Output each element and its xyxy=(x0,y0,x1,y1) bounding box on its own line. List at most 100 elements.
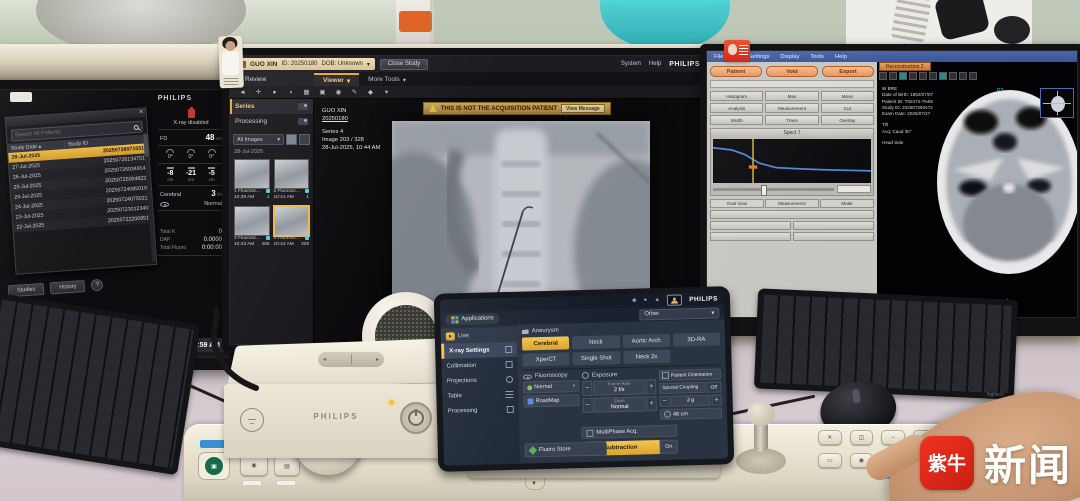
annotate-icon[interactable]: ✎ xyxy=(350,88,359,97)
toolbar-icon[interactable] xyxy=(949,72,957,80)
help-menu[interactable]: Help xyxy=(649,61,661,67)
cine-icon[interactable]: ▣ xyxy=(318,88,327,97)
slice-navigator[interactable] xyxy=(1040,88,1074,118)
flag-icon[interactable]: ◆ xyxy=(366,88,375,97)
applications-button[interactable]: Applications xyxy=(445,313,500,325)
special-coupling-label[interactable]: Special Coupling xyxy=(659,382,705,394)
toolbar-icon[interactable] xyxy=(919,72,927,80)
panel-button[interactable] xyxy=(710,232,791,241)
tab-more-tools[interactable]: More Tools▾ xyxy=(359,73,415,86)
tool-button[interactable]: Histogram xyxy=(710,91,763,101)
protocol-xperct[interactable]: XperCT xyxy=(522,352,570,366)
protocol-single-shot[interactable]: Single Shot xyxy=(573,351,621,365)
frame-rate-value[interactable]: Frame Rate2 f/s xyxy=(593,379,645,395)
tab-viewer[interactable]: Viewer▾ xyxy=(314,73,359,86)
thumbnail-image[interactable] xyxy=(274,206,310,236)
subtraction-state[interactable]: On xyxy=(660,440,678,454)
transfer-icon[interactable]: ◆ xyxy=(632,295,637,308)
tab-oval-view[interactable]: Oval View xyxy=(710,199,764,208)
fov-button[interactable]: 48 cm xyxy=(660,407,722,420)
patient-orientation-button[interactable]: Patient Orientation xyxy=(659,368,721,381)
minus-button[interactable]: − xyxy=(582,398,592,413)
tool-button[interactable]: Max xyxy=(765,91,818,101)
protocol-aortic-arch[interactable]: Aortic Arch xyxy=(622,334,670,348)
protocol-neck-2x[interactable]: Neck 2x xyxy=(623,350,671,364)
tool-button[interactable]: Overlay xyxy=(821,115,874,125)
tab-processing[interactable]: Processing xyxy=(230,114,313,129)
protocol-neck[interactable]: Neck xyxy=(572,335,620,349)
other-dropdown[interactable]: Other▾ xyxy=(639,307,719,320)
toolbar-icon[interactable] xyxy=(889,72,897,80)
thumbnail-image[interactable] xyxy=(234,159,270,189)
view-message-button[interactable]: View Message xyxy=(561,104,605,113)
tab-mode[interactable]: Mode xyxy=(820,199,874,208)
zoom-tool-icon[interactable]: ● xyxy=(270,88,279,97)
coupling-state[interactable]: Off xyxy=(706,381,721,392)
patient-profile-icon[interactable] xyxy=(667,294,682,305)
cursor-tool-icon[interactable]: ◄ xyxy=(238,88,247,97)
plus-button[interactable]: + xyxy=(711,394,721,405)
ct-viewport[interactable]: Reconstruction 2 W BRE Date of Birth: 19… xyxy=(877,62,1077,317)
panel-button[interactable] xyxy=(793,221,874,230)
toolbar-icon[interactable] xyxy=(969,72,977,80)
tab-measurement[interactable]: Measurement xyxy=(765,199,819,208)
pan-tool-icon[interactable]: ✛ xyxy=(254,88,263,97)
more-icon[interactable]: ▾ xyxy=(382,88,391,97)
beam-value[interactable]: 2 g xyxy=(670,395,710,407)
layout-icon[interactable]: ▦ xyxy=(302,88,311,97)
roadmap-button[interactable]: RoadMap xyxy=(523,394,579,407)
tool-button[interactable]: Cut xyxy=(821,103,874,113)
patient-banner[interactable]: GUO XIN ID: 20250180 DOB: Unknown ▾ xyxy=(234,58,375,70)
thumbnail[interactable]: 1 Fluorosc... 10:39 AM1 xyxy=(234,159,270,201)
level-slider[interactable] xyxy=(713,188,834,191)
help-button[interactable]: ? xyxy=(91,279,104,292)
menu-file[interactable]: File xyxy=(714,54,723,60)
list-view-button[interactable] xyxy=(299,134,310,145)
plus-button[interactable]: + xyxy=(646,396,656,411)
toolbar-icon[interactable] xyxy=(909,72,917,80)
sidebar-item-processing[interactable]: Processing xyxy=(443,402,519,419)
toolbar-icon[interactable] xyxy=(959,72,967,80)
tab-series[interactable]: Series xyxy=(230,99,313,114)
panel-button[interactable] xyxy=(710,210,874,219)
fluoro-flavor-dropdown[interactable]: Normal▾ xyxy=(523,380,579,393)
window-title-tab[interactable]: Reconstruction 2 xyxy=(879,62,931,71)
thumbnail-selected[interactable]: 4 Fluorosc... 10:44 AM328 xyxy=(274,206,310,248)
tool-button[interactable]: Width xyxy=(710,115,763,125)
protocol-3dra[interactable]: 3D-RA xyxy=(673,332,721,346)
minus-button[interactable]: − xyxy=(659,396,669,407)
tool-button[interactable]: Analysis xyxy=(710,103,763,113)
menu-tools[interactable]: Tools xyxy=(810,54,824,60)
menu-display[interactable]: Display xyxy=(780,54,799,60)
panel-button[interactable] xyxy=(793,232,874,241)
alert-icon[interactable]: ● xyxy=(643,294,647,307)
history-button[interactable]: History xyxy=(50,280,86,294)
tool-button[interactable]: Move xyxy=(821,91,874,101)
thumbnail-image[interactable] xyxy=(274,159,310,189)
patient-button[interactable]: Patient xyxy=(710,66,762,77)
dose-value[interactable]: DoseNormal xyxy=(593,396,645,412)
protocol-cerebral[interactable]: Cerebral xyxy=(522,336,570,350)
thumbnail[interactable]: 3 Fluorosc... 10:43 AM458 xyxy=(234,206,270,248)
fluoro-store-button[interactable]: Fluoro Store xyxy=(525,441,607,457)
close-study-button[interactable]: Close Study xyxy=(380,59,428,70)
menu-help[interactable]: Help xyxy=(835,54,847,60)
thumbnail[interactable]: 2 Fluorosc... 10:41 AM1 xyxy=(274,159,310,201)
preset-dropdown[interactable] xyxy=(837,185,871,193)
minus-button[interactable]: − xyxy=(582,381,592,396)
toolbar-icon[interactable] xyxy=(879,72,887,80)
export-button[interactable]: Export xyxy=(822,66,874,77)
toolbar-icon[interactable] xyxy=(929,72,937,80)
tool-button[interactable]: Measurement xyxy=(765,103,818,113)
void-button[interactable]: Void xyxy=(766,66,818,77)
system-menu[interactable]: System xyxy=(621,61,641,67)
all-images-dropdown[interactable]: All Images▾ xyxy=(233,134,284,145)
toolbar-icon[interactable] xyxy=(939,72,947,80)
grid-view-button[interactable] xyxy=(286,134,297,145)
panel-button[interactable] xyxy=(710,221,791,230)
rotate-icon[interactable]: ▲ xyxy=(654,294,660,307)
plus-button[interactable]: + xyxy=(646,379,656,394)
toolbar-icon[interactable] xyxy=(899,72,907,80)
multiphase-button[interactable]: MultiPhase Acq. xyxy=(581,425,677,440)
thumbnail-image[interactable] xyxy=(234,206,270,236)
